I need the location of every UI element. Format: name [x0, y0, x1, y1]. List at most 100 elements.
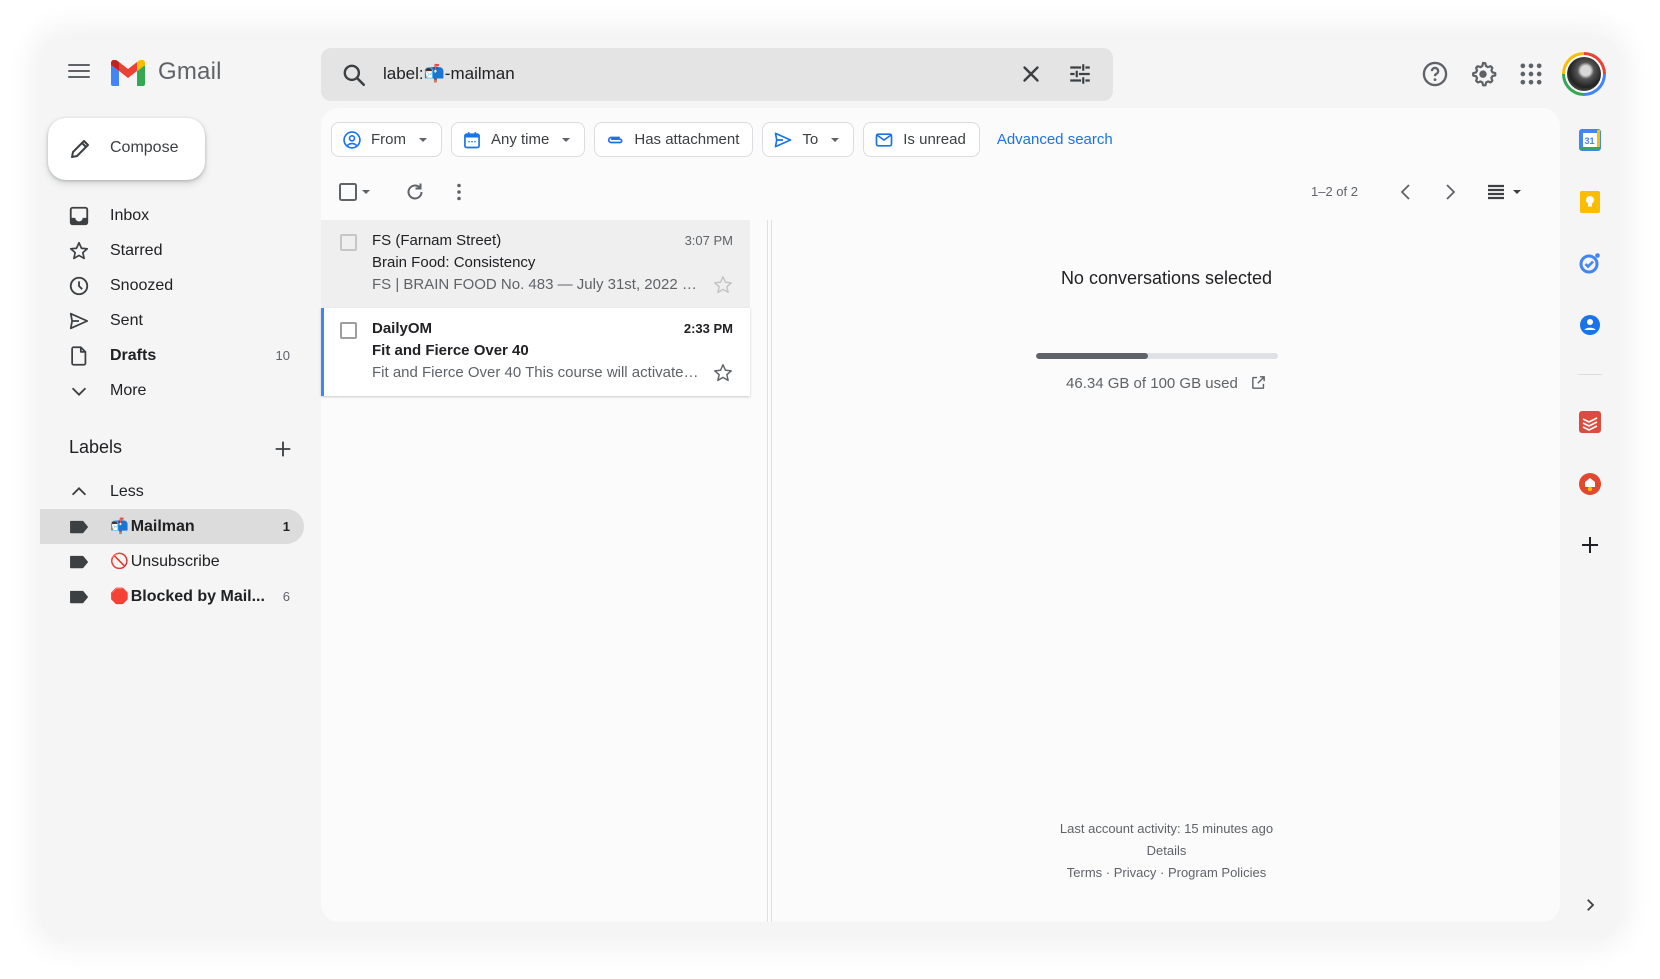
more-options-icon[interactable] [447, 180, 471, 204]
privacy-link[interactable]: Privacy [1114, 865, 1157, 880]
help-icon[interactable] [1421, 60, 1449, 88]
pane-resize-handle[interactable] [767, 220, 772, 922]
email-sender: DailyOM [372, 320, 433, 337]
program-policies-link[interactable]: Program Policies [1168, 865, 1266, 880]
label-item-mailman[interactable]: 📬 Mailman 1 [40, 509, 304, 544]
filter-chip-is-unread[interactable]: Is unread [863, 122, 980, 157]
older-page-chevron-right-icon[interactable] [1438, 180, 1462, 204]
select-all-checkbox[interactable] [336, 180, 360, 204]
dropdown-caret-icon [419, 137, 427, 142]
settings-gear-icon[interactable] [1469, 60, 1497, 88]
create-label-plus-icon[interactable] [272, 438, 294, 460]
split-pane-caret-icon[interactable] [1511, 180, 1523, 204]
chevron-down-icon [71, 387, 87, 396]
sidebar-item-starred[interactable]: Starred [40, 233, 304, 268]
get-addons-plus-icon[interactable] [1578, 533, 1602, 557]
labels-list: Less 📬 Mailman 1 🚫 Unsubscribe 🛑 Blocked by… [40, 474, 304, 614]
refresh-icon[interactable] [403, 180, 427, 204]
sidebar-nav: Inbox Starred Snoozed Sent Drafts 10 Mor… [40, 198, 304, 408]
sidebar-item-label: Sent [110, 311, 143, 329]
google-tasks-icon[interactable] [1578, 251, 1602, 275]
filter-chip-has-attachment[interactable]: Has attachment [594, 122, 754, 157]
addon-separator [1578, 374, 1602, 375]
google-contacts-icon[interactable] [1578, 313, 1602, 337]
clear-search-icon[interactable] [1018, 61, 1044, 87]
mail-icon [875, 132, 893, 147]
show-side-panel-chevron-icon[interactable] [1581, 896, 1599, 914]
filter-chip-to[interactable]: To [762, 122, 855, 157]
email-row[interactable]: FS (Farnam Street) 3:07 PM Brain Food: C… [321, 220, 750, 308]
filter-chip-any-time[interactable]: Any time [451, 122, 586, 157]
mailbox-emoji-icon: 📬 [110, 518, 129, 535]
label-name: 🛑 Blocked by Mail... [110, 587, 265, 606]
search-icon[interactable] [341, 62, 367, 88]
mailman-addon-icon[interactable] [1578, 472, 1602, 496]
chevron-up-icon [71, 486, 87, 495]
label-tag-icon [70, 555, 88, 568]
compose-label: Compose [110, 139, 179, 156]
google-calendar-icon[interactable]: 31 [1578, 128, 1602, 152]
split-pane-toggle-icon[interactable] [1485, 180, 1509, 204]
app-name: Gmail [158, 58, 222, 85]
email-row[interactable]: DailyOM 2:33 PM Fit and Fierce Over 40 F… [321, 308, 750, 396]
label-name: 🚫 Unsubscribe [110, 552, 220, 571]
star-icon[interactable] [712, 274, 734, 296]
footer-separator: · [1102, 865, 1114, 880]
terms-link[interactable]: Terms [1067, 865, 1102, 880]
gmail-logo-icon[interactable] [111, 60, 145, 86]
open-in-new-icon[interactable] [1250, 374, 1267, 391]
storage-usage-bar [1036, 353, 1278, 359]
chip-label: Has attachment [634, 131, 740, 148]
inbox-icon [69, 206, 89, 225]
account-avatar[interactable] [1562, 52, 1606, 96]
compose-button[interactable]: Compose [48, 118, 205, 180]
star-icon[interactable] [712, 362, 734, 384]
advanced-search-link[interactable]: Advanced search [997, 131, 1113, 148]
newer-page-chevron-left-icon[interactable] [1394, 180, 1418, 204]
prohibited-emoji-icon: 🚫 [110, 553, 129, 570]
sidebar-item-inbox[interactable]: Inbox [40, 198, 304, 233]
filter-chip-from[interactable]: From [331, 122, 442, 157]
label-item-blocked[interactable]: 🛑 Blocked by Mail... 6 [40, 579, 304, 614]
dropdown-caret-icon [562, 137, 571, 142]
search-options-icon[interactable] [1067, 61, 1093, 87]
avatar-ring [1565, 55, 1603, 93]
sidebar-item-label: Less [110, 482, 144, 500]
todoist-icon[interactable] [1578, 410, 1602, 434]
chip-label: Any time [491, 131, 550, 148]
sidebar-item-snoozed[interactable]: Snoozed [40, 268, 304, 303]
email-list: FS (Farnam Street) 3:07 PM Brain Food: C… [321, 220, 750, 396]
clock-icon [69, 276, 89, 295]
activity-details-link[interactable]: Details [1147, 843, 1187, 858]
storage-usage-text: 46.34 GB of 100 GB used [1066, 375, 1238, 392]
sidebar-item-less[interactable]: Less [40, 474, 304, 509]
label-text: Mailman [130, 518, 195, 535]
apps-grid-icon[interactable] [1517, 60, 1545, 88]
sidebar-item-drafts[interactable]: Drafts 10 [40, 338, 304, 373]
avatar-photo [1567, 57, 1601, 91]
label-item-unsubscribe[interactable]: 🚫 Unsubscribe [40, 544, 304, 579]
attachment-icon [608, 136, 623, 143]
sidebar-item-more[interactable]: More [40, 373, 304, 408]
email-snippet: FS | BRAIN FOOD No. 483 — July 31st, 202… [372, 276, 702, 293]
sidebar-item-sent[interactable]: Sent [40, 303, 304, 338]
search-bar[interactable]: label:📬-mailman [321, 48, 1113, 101]
email-row-checkbox[interactable] [340, 234, 357, 251]
label-text: Blocked by Mail... [130, 588, 265, 605]
email-time: 2:33 PM [683, 321, 733, 336]
reading-pane: No conversations selected 46.34 GB of 10… [773, 220, 1560, 922]
email-subject: Fit and Fierce Over 40 [372, 342, 529, 359]
search-input[interactable]: label:📬-mailman [383, 64, 515, 84]
select-dropdown-caret-icon[interactable] [360, 180, 372, 204]
google-keep-icon[interactable] [1578, 190, 1602, 214]
main-menu-button[interactable] [66, 60, 92, 86]
last-activity-text: Last account activity: 15 minutes ago [1059, 821, 1274, 836]
stop-sign-emoji-icon: 🛑 [110, 588, 129, 605]
label-count: 6 [282, 589, 290, 604]
email-subject: Brain Food: Consistency [372, 254, 536, 271]
label-count: 1 [282, 519, 290, 534]
sidebar-item-label: Starred [110, 241, 163, 259]
email-row-checkbox[interactable] [340, 322, 357, 339]
email-snippet: Fit and Fierce Over 40 This course will … [372, 364, 702, 381]
pagination-text: 1–2 of 2 [1311, 184, 1358, 199]
